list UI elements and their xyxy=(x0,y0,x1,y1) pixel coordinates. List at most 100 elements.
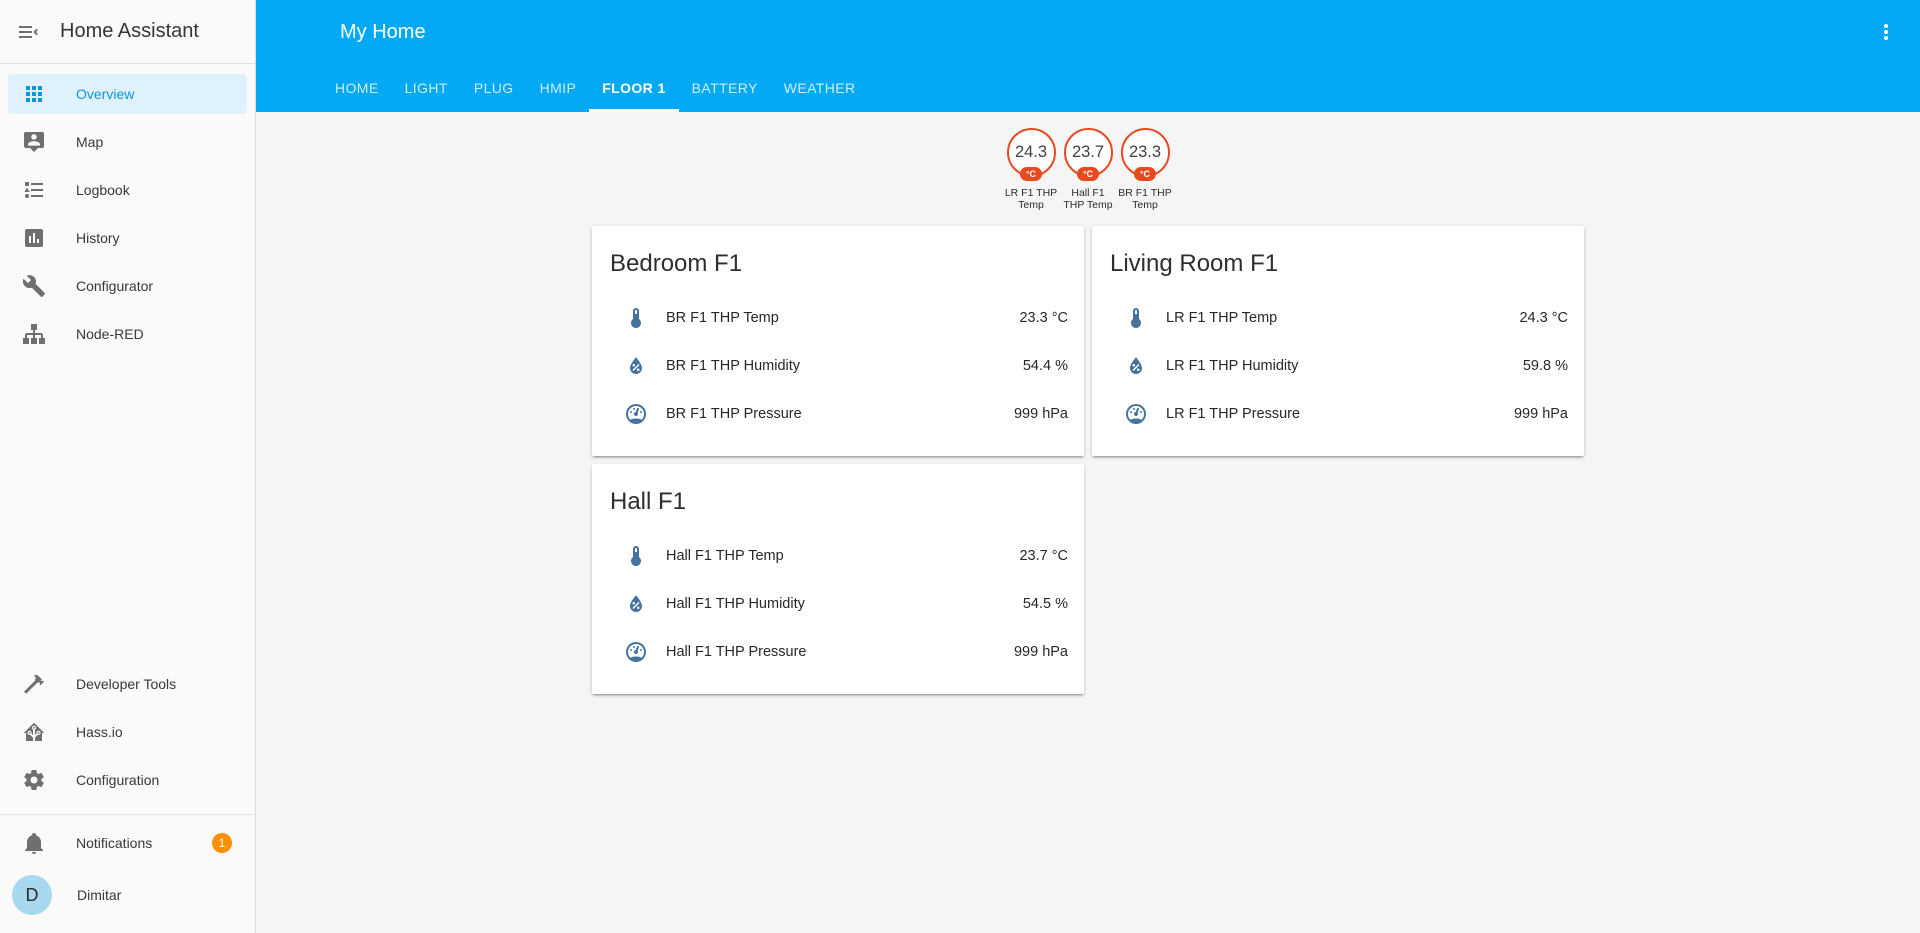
entity-name: LR F1 THP Pressure xyxy=(1166,405,1301,422)
sidebar-header: Home Assistant xyxy=(0,0,255,64)
cards-area: Bedroom F1 BR F1 THP Temp 23.3 °C BR F1 … xyxy=(592,225,1584,694)
tab-weather[interactable]: WEATHER xyxy=(771,64,869,112)
entity-state: 54.4 % xyxy=(1022,357,1068,374)
badge-unit: °C xyxy=(1076,167,1100,181)
tab-floor-1[interactable]: FLOOR 1 xyxy=(589,64,680,112)
tab-hmip[interactable]: HMIP xyxy=(527,64,590,112)
sidebar-item-developer-tools[interactable]: Developer Tools xyxy=(8,664,247,704)
entity-name: BR F1 THP Temp xyxy=(666,309,779,326)
tab-home[interactable]: HOME xyxy=(322,64,392,112)
card-living-room-f1: Living Room F1 LR F1 THP Temp 24.3 °C LR… xyxy=(1092,225,1584,456)
sidebar-item-profile[interactable]: D Dimitar xyxy=(0,871,255,933)
sidebar-item-overview[interactable]: Overview xyxy=(8,74,247,114)
apps-grid-icon xyxy=(26,86,42,102)
sidebar-item-logbook[interactable]: Logbook xyxy=(8,170,247,210)
badge-circle: 24.3 °C xyxy=(1006,128,1056,181)
badge-label: LR F1 THP Temp xyxy=(1004,187,1058,212)
cards-column-right: Living Room F1 LR F1 THP Temp 24.3 °C LR… xyxy=(1092,225,1584,456)
entity-name: LR F1 THP Humidity xyxy=(1166,357,1299,374)
badge-value: 24.3 xyxy=(1014,143,1048,161)
entity-row-hall-f1-thp-humidity[interactable]: Hall F1 THP Humidity 54.5 % xyxy=(608,580,1068,628)
thermometer-icon xyxy=(631,545,641,566)
sidebar-item-map[interactable]: Map xyxy=(8,122,247,162)
badge-hall-f1-thp-temp[interactable]: 23.7 °C Hall F1 THP Temp xyxy=(1060,128,1117,212)
entity-name: Hall F1 THP Pressure xyxy=(666,643,807,660)
sidebar-item-configuration[interactable]: Configuration xyxy=(8,760,247,800)
entity-state: 23.7 °C xyxy=(1019,547,1068,564)
tab-battery[interactable]: BATTERY xyxy=(679,64,771,112)
notification-count-badge: 1 xyxy=(212,833,232,853)
entity-name: Hall F1 THP Temp xyxy=(666,547,784,564)
person-pin-icon xyxy=(24,132,44,152)
wrench-icon xyxy=(22,275,45,297)
entity-state: 23.3 °C xyxy=(1019,309,1068,326)
card-title: Bedroom F1 xyxy=(610,249,743,277)
entity-state: 999 hPa xyxy=(1013,643,1068,660)
entity-state: 999 hPa xyxy=(1013,405,1068,422)
tab-bar: HOME LIGHT PLUG HMIP FLOOR 1 BATTERY WEATHER xyxy=(256,64,1920,112)
badges-row: 24.3 °C LR F1 THP Temp 23.7 °C Hall F1 T… xyxy=(256,128,1920,212)
badge-unit: °C xyxy=(1133,167,1157,181)
gauge-icon xyxy=(626,403,646,424)
sitemap-icon xyxy=(23,324,45,344)
sidebar-item-configurator[interactable]: Configurator xyxy=(8,266,247,306)
sidebar-item-notifications[interactable]: Notifications 1 xyxy=(8,823,247,863)
tab-plug[interactable]: PLUG xyxy=(461,64,527,112)
badge-br-f1-thp-temp[interactable]: 23.3 °C BR F1 THP Temp xyxy=(1117,128,1174,212)
bulleted-list-icon xyxy=(24,182,43,198)
main-area: My Home HOME LIGHT PLUG HMIP FLOOR 1 BATTERY W… xyxy=(256,0,1920,933)
sidebar-item-hass-io[interactable]: Hass.io xyxy=(8,712,247,752)
bar-chart-box-icon xyxy=(25,229,43,247)
entity-row-br-f1-thp-temp[interactable]: BR F1 THP Temp 23.3 °C xyxy=(608,294,1068,342)
card-title: Hall F1 xyxy=(610,487,687,515)
sidebar-item-history[interactable]: History xyxy=(8,218,247,258)
menu-toggle-icon[interactable] xyxy=(16,20,40,44)
gauge-icon xyxy=(1126,403,1146,424)
entity-row-br-f1-thp-humidity[interactable]: BR F1 THP Humidity 54.4 % xyxy=(608,342,1068,390)
entity-state: 54.5 % xyxy=(1022,595,1068,612)
content-area: 24.3 °C LR F1 THP Temp 23.7 °C Hall F1 T… xyxy=(256,112,1920,933)
page-title: My Home xyxy=(340,20,426,43)
sidebar-bottom-menu: Developer Tools Hass.io Configuration xyxy=(0,664,255,808)
water-percent-icon xyxy=(1130,357,1142,374)
badge-label: BR F1 THP Temp xyxy=(1118,187,1172,212)
entity-row-lr-f1-thp-humidity[interactable]: LR F1 THP Humidity 59.8 % xyxy=(1108,342,1568,390)
entity-row-br-f1-thp-pressure[interactable]: BR F1 THP Pressure 999 hPa xyxy=(608,390,1068,438)
thermometer-icon xyxy=(1131,307,1141,328)
card-bedroom-f1: Bedroom F1 BR F1 THP Temp 23.3 °C BR F1 … xyxy=(592,225,1084,456)
divider xyxy=(0,814,255,815)
profile-name: Dimitar xyxy=(77,887,122,903)
badge-unit: °C xyxy=(1019,167,1043,181)
tab-light[interactable]: LIGHT xyxy=(392,64,461,112)
bell-icon xyxy=(25,833,43,854)
sidebar-item-node-red[interactable]: Node-RED xyxy=(8,314,247,354)
home-assistant-logo-icon xyxy=(23,722,45,741)
thermometer-icon xyxy=(631,307,641,328)
water-percent-icon xyxy=(630,595,642,612)
app-root: Home Assistant Overview Map Logbook Hist… xyxy=(0,0,1920,933)
badge-label: Hall F1 THP Temp xyxy=(1063,187,1113,212)
app-header-title-row: My Home xyxy=(256,0,1920,64)
card-title: Living Room F1 xyxy=(1110,249,1279,277)
badge-circle: 23.3 °C xyxy=(1120,128,1170,181)
badge-lr-f1-thp-temp[interactable]: 24.3 °C LR F1 THP Temp xyxy=(1003,128,1060,212)
card-hall-f1: Hall F1 Hall F1 THP Temp 23.7 °C Hall F1… xyxy=(592,463,1084,694)
badge-circle: 23.7 °C xyxy=(1063,128,1113,181)
sidebar: Home Assistant Overview Map Logbook Hist… xyxy=(0,0,256,933)
badge-value: 23.7 xyxy=(1071,143,1105,161)
entity-row-lr-f1-thp-pressure[interactable]: LR F1 THP Pressure 999 hPa xyxy=(1108,390,1568,438)
gauge-icon xyxy=(626,641,646,662)
sidebar-item-label: Notifications xyxy=(76,835,153,851)
entity-state: 999 hPa xyxy=(1513,405,1568,422)
water-percent-icon xyxy=(630,357,642,374)
entity-name: BR F1 THP Humidity xyxy=(666,357,801,374)
kebab-menu-icon[interactable] xyxy=(1874,20,1898,44)
entity-row-hall-f1-thp-pressure[interactable]: Hall F1 THP Pressure 999 hPa xyxy=(608,628,1068,676)
entity-row-hall-f1-thp-temp[interactable]: Hall F1 THP Temp 23.7 °C xyxy=(608,532,1068,580)
cards-column-left: Bedroom F1 BR F1 THP Temp 23.3 °C BR F1 … xyxy=(592,225,1084,694)
app-title: Home Assistant xyxy=(60,20,199,42)
avatar: D xyxy=(12,875,52,915)
entity-row-lr-f1-thp-temp[interactable]: LR F1 THP Temp 24.3 °C xyxy=(1108,294,1568,342)
entity-name: LR F1 THP Temp xyxy=(1166,309,1278,326)
